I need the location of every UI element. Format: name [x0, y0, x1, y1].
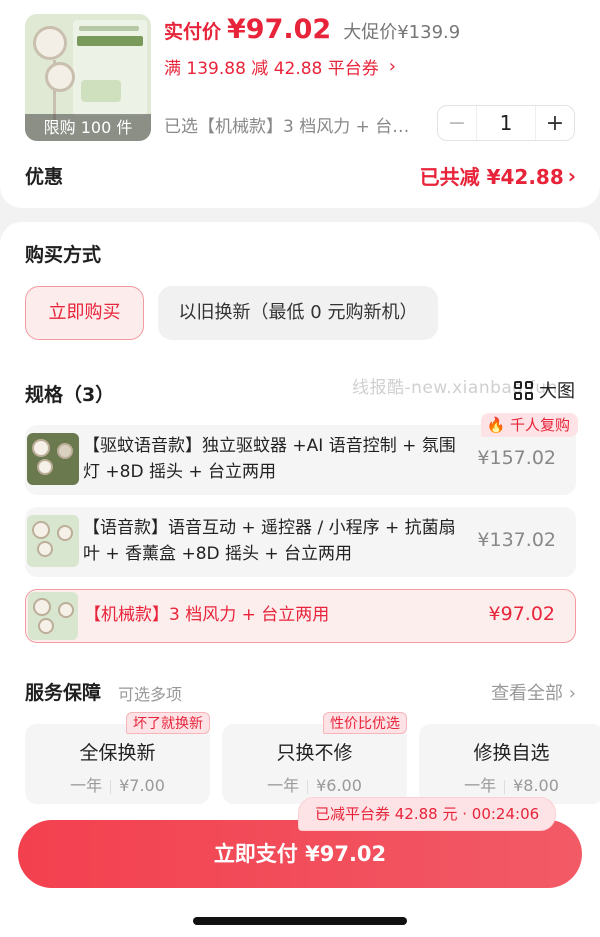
coupon-link[interactable]: 满 139.88 减 42.88 平台券 › — [164, 54, 396, 79]
chevron-right-icon: › — [567, 163, 576, 188]
spec-option-price: ¥97.02 — [488, 603, 555, 625]
spec-option-selected[interactable]: 【机械款】3 档风力 + 台立两用 ¥97.02 — [25, 589, 576, 643]
discount-total: 已共减 ¥42.88 — [419, 165, 564, 189]
decrease-button[interactable]: − — [438, 111, 476, 136]
spec-option-text: 【驱蚊语音款】独立驱蚊器 +AI 语音控制 + 氛围灯 +8D 摇头 + 台立两… — [83, 436, 456, 482]
service-name: 修换自选 — [473, 742, 550, 764]
discount-total-link[interactable]: 已共减 ¥42.88 › — [420, 161, 576, 190]
chevron-right-icon: › — [568, 683, 576, 704]
service-meta: 一年 ¥7.00 — [70, 776, 165, 795]
grid-icon — [514, 380, 533, 400]
chevron-right-icon: › — [388, 56, 396, 77]
service-name: 全保换新 — [79, 742, 156, 764]
spec-title: 规格（3） — [25, 384, 115, 406]
selected-spec-text: 已选【机械款】3 档风力 + 台立两用 — [164, 117, 426, 137]
service-card[interactable]: 性价比优选 只换不修 一年 ¥6.00 — [222, 712, 407, 804]
service-card[interactable]: 修换自选 一年 ¥8.00 — [419, 724, 600, 804]
purchase-limit-label: 限购 100 件 — [25, 114, 151, 141]
repurchase-badge: 🔥 千人复购 — [480, 413, 578, 437]
service-card[interactable]: 坏了就换新 全保换新 一年 ¥7.00 — [25, 712, 210, 804]
spec-option-text: 【机械款】3 档风力 + 台立两用 — [84, 605, 330, 625]
spec-thumbnail — [27, 433, 79, 485]
coupon-countdown-bubble: 已减平台券 42.88 元 · 00:24:06 — [298, 797, 557, 831]
spec-thumbnail — [28, 592, 78, 640]
quantity-stepper: − 1 + — [437, 105, 575, 141]
service-meta: 一年 ¥6.00 — [267, 776, 362, 795]
spec-option[interactable]: 【驱蚊语音款】独立驱蚊器 +AI 语音控制 + 氛围灯 +8D 摇头 + 台立两… — [25, 413, 578, 495]
spec-option-price: ¥137.02 — [477, 529, 556, 551]
promo-original-price: 大促价¥139.9 — [343, 22, 461, 43]
big-image-label: 大图 — [539, 381, 575, 402]
purchase-method-title: 购买方式 — [25, 244, 102, 266]
flame-icon: 🔥 — [486, 416, 506, 434]
big-image-toggle[interactable]: 大图 — [514, 377, 575, 403]
product-summary-card: 限购 100 件 实付价 ¥97.02 大促价¥139.9 满 139.88 减… — [0, 0, 600, 208]
quantity-value[interactable]: 1 — [476, 106, 536, 140]
fan-image — [45, 62, 75, 92]
service-subtitle: 可选多项 — [118, 685, 183, 704]
service-tag: 性价比优选 — [323, 712, 407, 734]
final-price-label: 实付价 — [164, 21, 222, 43]
view-all-link[interactable]: 查看全部 › — [491, 679, 576, 705]
spec-option-text: 【语音款】语音互动 + 遥控器 / 小程序 + 抗菌扇叶 + 香薰盒 +8D 摇… — [83, 518, 456, 564]
increase-button[interactable]: + — [536, 111, 574, 136]
service-tag: 坏了就换新 — [126, 712, 210, 734]
service-meta: 一年 ¥8.00 — [464, 776, 559, 795]
product-poster-image — [73, 20, 147, 116]
coupon-text: 满 139.88 减 42.88 平台券 — [164, 59, 379, 79]
product-thumbnail[interactable]: 限购 100 件 — [25, 14, 151, 141]
buy-now-option[interactable]: 立即购买 — [25, 286, 144, 340]
discount-label: 优惠 — [25, 166, 64, 188]
spec-thumbnail — [27, 515, 79, 567]
spec-option-price: ¥157.02 — [477, 447, 556, 469]
service-name: 只换不修 — [276, 742, 353, 764]
home-indicator — [193, 917, 407, 925]
spec-option[interactable]: 【语音款】语音互动 + 遥控器 / 小程序 + 抗菌扇叶 + 香薰盒 +8D 摇… — [25, 507, 576, 577]
options-panel: 购买方式 立即购买 以旧换新（最低 0 元购新机） 规格（3） 线报酷-new.… — [0, 222, 600, 807]
final-price: ¥97.02 — [227, 14, 332, 45]
price-row: 实付价 ¥97.02 大促价¥139.9 — [164, 14, 460, 48]
fan-image — [33, 26, 67, 60]
service-title: 服务保障 — [25, 682, 102, 704]
trade-in-option[interactable]: 以旧换新（最低 0 元购新机） — [158, 286, 438, 340]
